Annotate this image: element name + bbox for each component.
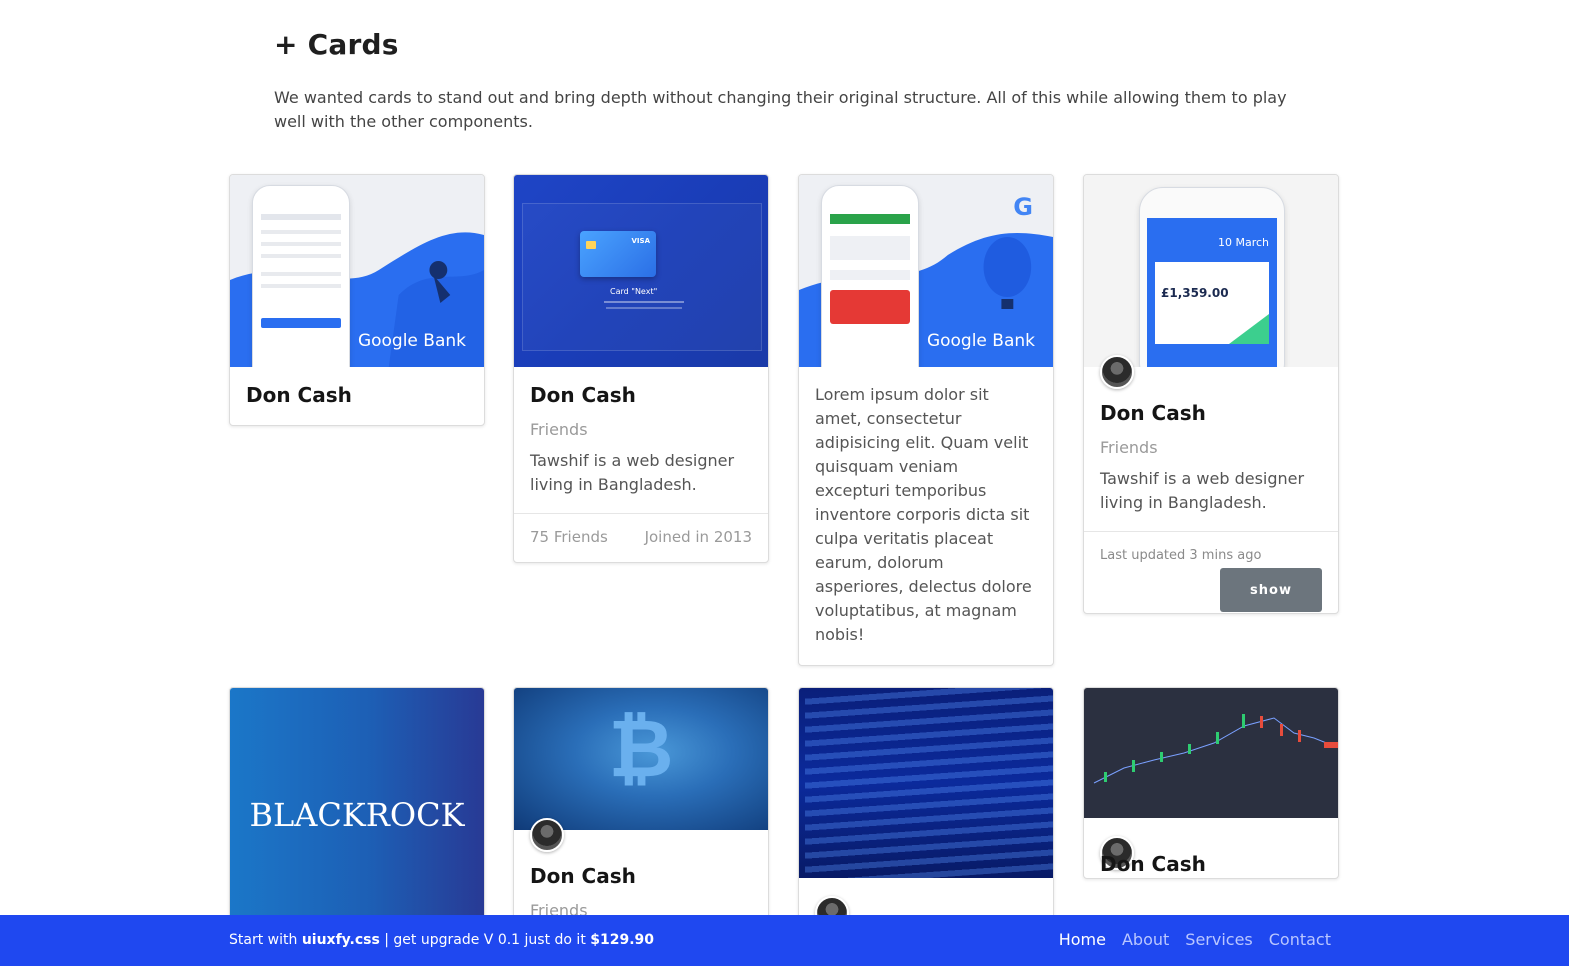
blackrock-logo: BlackRock (249, 796, 465, 834)
nav-home[interactable]: Home (1059, 930, 1106, 949)
card-trading-chart: Don Cash (1083, 687, 1339, 879)
footer-bar: Start with uiuxfy.css | get upgrade V 0.… (0, 915, 1569, 966)
card-text: Lorem ipsum dolor sit amet, consectetur … (815, 385, 1032, 644)
promo-text: Start with uiuxfy.css | get upgrade V 0.… (229, 932, 654, 948)
google-logo-icon: G (1013, 193, 1033, 221)
nav-services[interactable]: Services (1185, 930, 1252, 949)
phone-mockup: 10 March £1,359.00 (1139, 187, 1285, 367)
card-blackrock: BlackRock (229, 687, 485, 919)
card-name: Don Cash (530, 383, 636, 407)
phone-mockup (252, 185, 350, 367)
card-image (1084, 688, 1338, 818)
card-image (799, 688, 1053, 878)
card-subtitle: Friends (1100, 438, 1158, 457)
section-description: We wanted cards to stand out and bring d… (274, 88, 1287, 131)
card-footer: Last updated 3 mins ago show (1084, 531, 1338, 613)
card-image: Google Bank (230, 175, 484, 367)
card-name: Don Cash (1100, 401, 1206, 425)
card-bitcoin: ₿ Don Cash Friends (513, 687, 769, 923)
bitcoin-icon: ₿ (608, 702, 674, 795)
friends-count: 75 Friends (530, 528, 608, 546)
card-ticker (798, 687, 1054, 947)
card-text: Tawshif is a web designer living in Bang… (530, 451, 735, 494)
footer-nav: Home About Services Contact (1059, 930, 1331, 949)
nav-contact[interactable]: Contact (1269, 930, 1331, 949)
nav-about[interactable]: About (1122, 930, 1169, 949)
card-name: Don Cash (1100, 852, 1206, 876)
show-button[interactable]: show (1220, 568, 1322, 612)
card-name: Don Cash (530, 864, 636, 888)
phone-mockup (821, 185, 919, 367)
promo-price: $129.90 (590, 932, 655, 948)
card-lorem: G Google Bank Lorem ipsum dolor sit amet… (798, 174, 1054, 666)
card-text: Tawshif is a web designer living in Bang… (1100, 469, 1305, 512)
card-image: ₿ (514, 688, 768, 830)
candlestick-graphic (1093, 714, 1338, 784)
card-google-bank: Google Bank Don Cash (229, 174, 485, 426)
promo-brand: uiuxfy.css (301, 932, 380, 948)
card-profile-updated: 10 March £1,359.00 Don Cash Friends Taws… (1083, 174, 1339, 614)
phone-date: 10 March (1217, 236, 1269, 249)
card-image: VISA Card "Next" (514, 175, 768, 367)
card-profile: VISA Card "Next" Don Cash Friends Tawshi… (513, 174, 769, 563)
promo-start: Start with (229, 932, 302, 948)
card-name: Don Cash (246, 383, 352, 407)
section-title: + Cards (274, 28, 399, 61)
brand-label: Google Bank (357, 331, 466, 351)
phone-amount: £1,359.00 (1161, 286, 1229, 300)
ticker-grid (805, 688, 1053, 878)
promo-mid: | get upgrade V 0.1 just do it (379, 932, 591, 948)
card-subtitle: Friends (530, 420, 588, 439)
card-footer: 75 Friends Joined in 2013 (514, 513, 768, 562)
card-image: G Google Bank (799, 175, 1053, 367)
brand-label: Google Bank (926, 331, 1035, 351)
card-image: BlackRock (230, 688, 484, 918)
credit-card-graphic: VISA (580, 231, 656, 277)
card-image: 10 March £1,359.00 (1084, 175, 1338, 367)
joined-date: Joined in 2013 (644, 528, 752, 546)
last-updated: Last updated 3 mins ago (1100, 548, 1262, 563)
card-next-text: Card "Next" (610, 287, 658, 296)
